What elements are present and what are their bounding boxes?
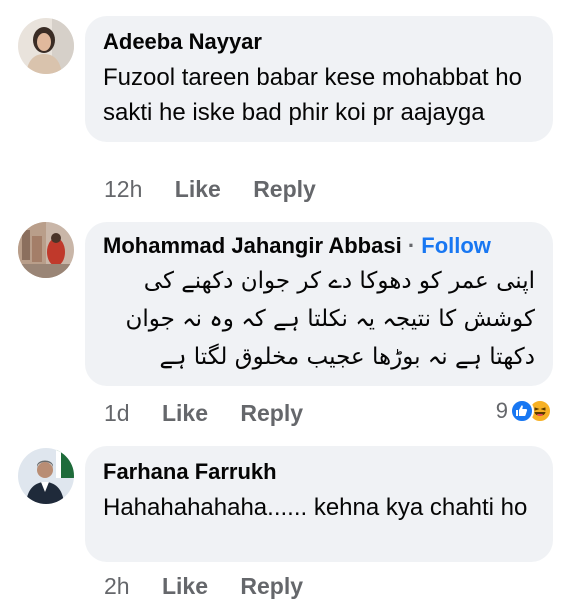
reaction-summary[interactable]: 9 [496, 398, 552, 424]
like-icon [510, 399, 534, 423]
avatar[interactable] [18, 448, 74, 504]
comment-author[interactable]: Farhana Farrukh [103, 458, 535, 486]
comment-actions: 1d Like Reply [104, 400, 329, 427]
reply-button[interactable]: Reply [240, 573, 303, 599]
comment-actions: 12h Like Reply [104, 176, 342, 203]
comment-bubble: Adeeba Nayyar Fuzool tareen babar kese m… [85, 16, 553, 142]
avatar-photo-icon [18, 448, 74, 504]
follow-button[interactable]: Follow [421, 233, 491, 258]
comment-text: اپنی عمر کو دھوکا دے کر جوان دکھنے کی کو… [125, 268, 535, 370]
separator-dot: · [407, 233, 416, 258]
comment-time[interactable]: 1d [104, 400, 130, 426]
comment-text: Hahahahahaha...... kehna kya chahti ho [103, 494, 528, 521]
comment-text: Fuzool tareen babar kese mohabbat ho sak… [103, 64, 522, 126]
comment-actions: 2h Like Reply [104, 573, 329, 600]
like-button[interactable]: Like [162, 400, 208, 426]
reply-button[interactable]: Reply [240, 400, 303, 426]
comment-time[interactable]: 12h [104, 176, 142, 202]
avatar-photo-icon [18, 222, 74, 278]
comment-bubble: Mohammad Jahangir Abbasi · Follow اپنی ع… [85, 222, 553, 386]
comment-author[interactable]: Adeeba Nayyar [103, 28, 535, 56]
reaction-count: 9 [495, 398, 508, 423]
avatar[interactable] [18, 18, 74, 74]
comment-author[interactable]: Mohammad Jahangir Abbasi [103, 233, 402, 258]
comment-author-line: Mohammad Jahangir Abbasi · Follow [103, 232, 535, 260]
avatar-photo-icon [18, 18, 74, 74]
comment-time[interactable]: 2h [104, 573, 130, 599]
like-button[interactable]: Like [162, 573, 208, 599]
like-button[interactable]: Like [175, 176, 221, 202]
avatar[interactable] [18, 222, 74, 278]
comment-bubble: Farhana Farrukh Hahahahahaha...... kehna… [85, 446, 553, 562]
reply-button[interactable]: Reply [253, 176, 316, 202]
